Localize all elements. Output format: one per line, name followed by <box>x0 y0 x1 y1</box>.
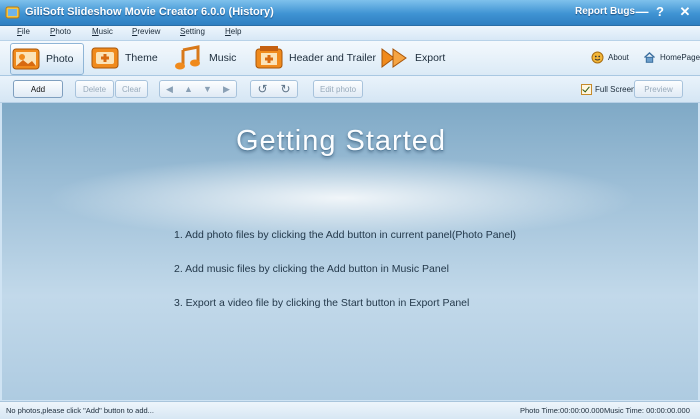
tab-export-label: Export <box>415 52 446 64</box>
page-title: Getting Started <box>235 125 447 157</box>
tab-photo[interactable]: Photo <box>10 43 84 75</box>
full-screen-checkbox[interactable] <box>581 84 592 95</box>
report-bugs-link[interactable]: Report Bugs <box>575 6 635 17</box>
move-last-icon[interactable]: ▶ <box>217 81 236 97</box>
music-time: Music Time: 00:00:00.000 <box>604 406 690 415</box>
about-icon <box>591 51 604 64</box>
move-down-icon[interactable]: ▼ <box>198 81 217 97</box>
music-icon <box>175 45 200 70</box>
photo-icon <box>12 48 40 70</box>
status-bar: No photos,please click "Add" button to a… <box>0 401 700 419</box>
app-window: GiliSoft Slideshow Movie Creator 6.0.0 (… <box>0 0 700 419</box>
tab-export[interactable]: Export <box>380 43 445 73</box>
add-button[interactable]: Add <box>13 80 63 98</box>
menu-setting[interactable]: Setting <box>180 27 205 36</box>
clear-button[interactable]: Clear <box>115 80 148 98</box>
homepage-link[interactable]: HomePage <box>643 51 700 64</box>
tab-theme-label: Theme <box>125 52 158 64</box>
menu-help[interactable]: Help <box>225 27 241 36</box>
menu-file[interactable]: File <box>17 27 30 36</box>
help-button[interactable]: ? <box>651 3 669 21</box>
header-trailer-icon <box>255 46 283 69</box>
tab-music-label: Music <box>209 52 237 64</box>
homepage-label: HomePage <box>660 53 700 62</box>
step-3-text: 3. Export a video file by clicking the S… <box>174 297 470 309</box>
tab-header-and-trailer-label: Header and Trailer <box>289 52 376 64</box>
menu-music[interactable]: Music <box>92 27 113 36</box>
tab-music[interactable]: Music <box>174 43 236 73</box>
minimize-button[interactable]: — <box>633 3 651 21</box>
menu-preview[interactable]: Preview <box>132 27 160 36</box>
photo-toolbar: Add Delete Clear ◀ ▲ ▼ ▶ ↺ ↻ Edit photo … <box>0 76 700 103</box>
export-icon <box>381 48 407 68</box>
move-first-icon[interactable]: ◀ <box>160 81 179 97</box>
move-buttons-group: ◀ ▲ ▼ ▶ <box>159 80 237 98</box>
app-logo-icon <box>5 6 20 19</box>
preview-button[interactable]: Preview <box>634 80 683 98</box>
menu-bar: File Photo Music Preview Setting Help <box>0 26 700 41</box>
main-toolbar: Photo Theme Music Header and Trailer Exp… <box>0 41 700 76</box>
photo-time: Photo Time:00:00:00.000 <box>520 406 604 415</box>
theme-icon <box>91 47 119 69</box>
full-screen-label: Full Screen <box>595 85 636 94</box>
full-screen-toggle[interactable]: Full Screen <box>581 84 635 95</box>
tab-theme[interactable]: Theme <box>90 43 158 73</box>
move-up-icon[interactable]: ▲ <box>179 81 198 97</box>
about-label: About <box>608 53 629 62</box>
step-1-text: 1. Add photo files by clicking the Add b… <box>174 229 517 241</box>
close-button[interactable]: ✕ <box>676 3 694 21</box>
window-title: GiliSoft Slideshow Movie Creator 6.0.0 (… <box>25 6 274 18</box>
status-message: No photos,please click "Add" button to a… <box>6 406 154 415</box>
menu-photo[interactable]: Photo <box>50 27 71 36</box>
title-bar: GiliSoft Slideshow Movie Creator 6.0.0 (… <box>0 0 700 26</box>
edit-photo-button[interactable]: Edit photo <box>313 80 363 98</box>
tab-photo-label: Photo <box>46 53 74 65</box>
rotate-left-icon[interactable]: ↺ <box>251 81 274 97</box>
tab-header-and-trailer[interactable]: Header and Trailer <box>254 43 376 73</box>
getting-started-panel: Getting Started 1. Add photo files by cl… <box>2 103 698 400</box>
step-2-text: 2. Add music files by clicking the Add b… <box>174 263 449 275</box>
about-link[interactable]: About <box>591 51 629 64</box>
home-icon <box>644 52 655 63</box>
rotate-buttons-group: ↺ ↻ <box>250 80 298 98</box>
delete-button[interactable]: Delete <box>75 80 114 98</box>
rotate-right-icon[interactable]: ↻ <box>274 81 297 97</box>
